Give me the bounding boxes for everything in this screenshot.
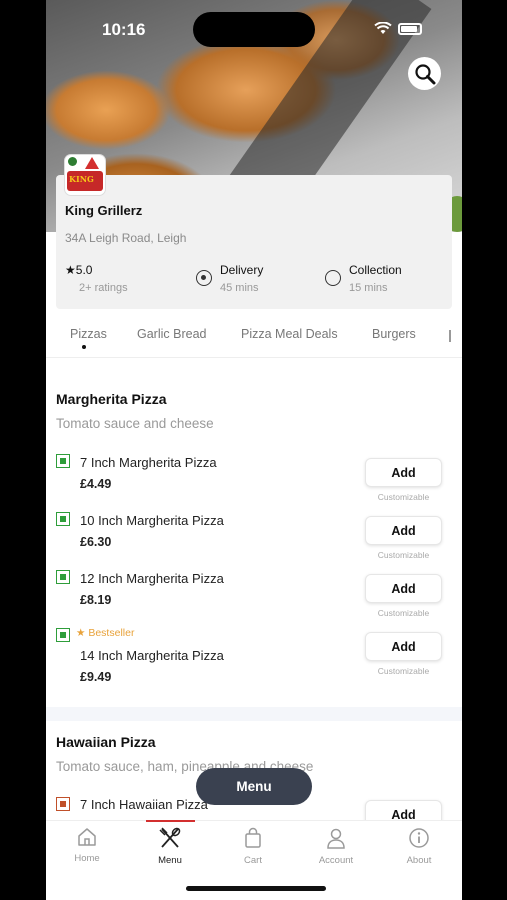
rating-block: ★5.0 2+ ratings	[65, 263, 128, 294]
tab-pizza-meal-deals[interactable]: Pizza Meal Deals	[241, 327, 338, 341]
tab-garlic-bread[interactable]: Garlic Bread	[137, 327, 206, 341]
restaurant-address: 34A Leigh Road, Leigh	[65, 231, 187, 245]
dynamic-island	[193, 12, 315, 47]
battery-icon	[398, 22, 422, 35]
ratings-count: 2+ ratings	[79, 282, 128, 294]
collection-time: 15 mins	[349, 282, 388, 294]
active-tab-indicator	[82, 345, 86, 349]
app-screen: 10:16 KING King Grillerz 34A Leigh Road,…	[46, 0, 462, 900]
item-price: £8.19	[80, 593, 112, 607]
section-title: Margherita Pizza	[56, 391, 167, 407]
delivery-time: 45 mins	[220, 282, 259, 294]
restaurant-info-card: KING King Grillerz 34A Leigh Road, Leigh…	[56, 155, 452, 309]
status-icons	[374, 22, 422, 35]
status-bar: 10:16	[46, 0, 462, 58]
item-price: £9.49	[80, 670, 112, 684]
section-description: Tomato sauce and cheese	[56, 416, 214, 431]
add-button[interactable]: Add	[365, 458, 442, 487]
tab-cart-label: Cart	[244, 855, 262, 866]
add-button[interactable]: Add	[365, 574, 442, 603]
tab-burgers[interactable]: Burgers	[372, 327, 416, 341]
tab-account-label: Account	[318, 855, 354, 866]
rating-value: 5.0	[75, 263, 93, 277]
wifi-icon	[374, 22, 392, 34]
status-time: 10:16	[102, 20, 146, 39]
tab-menu[interactable]: Menu	[135, 827, 205, 866]
tab-account[interactable]: Account	[301, 827, 371, 866]
delivery-radio[interactable]	[196, 270, 212, 286]
home-indicator[interactable]	[186, 886, 326, 891]
tab-home-label: Home	[74, 853, 100, 864]
customizable-note: Customizable	[377, 608, 430, 618]
search-button[interactable]	[408, 57, 441, 90]
user-icon	[327, 828, 345, 849]
tab-menu-label: Menu	[158, 855, 182, 866]
item-name: 14 Inch Margherita Pizza	[80, 648, 224, 663]
bestseller-badge: ★ Bestseller	[76, 627, 134, 639]
veg-icon	[56, 570, 70, 584]
tab-overflow[interactable]	[449, 330, 453, 342]
tab-cart[interactable]: Cart	[218, 827, 288, 866]
restaurant-logo: KING	[65, 155, 105, 195]
item-name: 7 Inch Margherita Pizza	[80, 455, 217, 470]
item-name: 7 Inch Hawaiian Pizza	[80, 797, 208, 812]
info-icon	[409, 828, 429, 848]
item-price: £6.30	[80, 535, 112, 549]
search-icon	[414, 63, 435, 84]
tab-about[interactable]: About	[384, 827, 454, 866]
customizable-note: Customizable	[377, 492, 430, 502]
restaurant-name: King Grillerz	[65, 203, 143, 218]
home-icon	[78, 828, 96, 846]
tab-home[interactable]: Home	[52, 827, 122, 864]
star-icon: ★	[65, 263, 76, 277]
veg-icon	[56, 512, 70, 526]
veg-icon	[56, 628, 70, 642]
tab-pizzas[interactable]: Pizzas	[70, 327, 107, 341]
star-icon: ★	[76, 627, 89, 639]
customizable-note: Customizable	[377, 550, 430, 560]
non-veg-icon	[56, 797, 70, 811]
section-divider	[46, 707, 462, 721]
tab-about-label: About	[406, 855, 432, 866]
category-tabs: Pizzas Garlic Bread Pizza Meal Deals Bur…	[46, 320, 462, 358]
add-button[interactable]: Add	[365, 632, 442, 661]
delivery-label: Delivery	[220, 263, 264, 277]
add-button[interactable]: Add	[365, 516, 442, 545]
item-name: 12 Inch Margherita Pizza	[80, 571, 224, 586]
cutlery-icon	[159, 827, 181, 848]
collection-radio[interactable]	[325, 270, 341, 286]
item-name: 10 Inch Margherita Pizza	[80, 513, 224, 528]
bestseller-label: Bestseller	[88, 627, 135, 639]
customizable-note: Customizable	[377, 666, 430, 676]
active-tab-underline	[146, 820, 195, 822]
collection-label: Collection	[349, 263, 402, 277]
menu-button[interactable]: Menu	[196, 768, 312, 805]
bag-icon	[245, 827, 261, 848]
veg-icon	[56, 454, 70, 468]
logo-text: KING	[69, 174, 94, 184]
section-title: Hawaiian Pizza	[56, 734, 156, 750]
item-price: £4.49	[80, 477, 112, 491]
